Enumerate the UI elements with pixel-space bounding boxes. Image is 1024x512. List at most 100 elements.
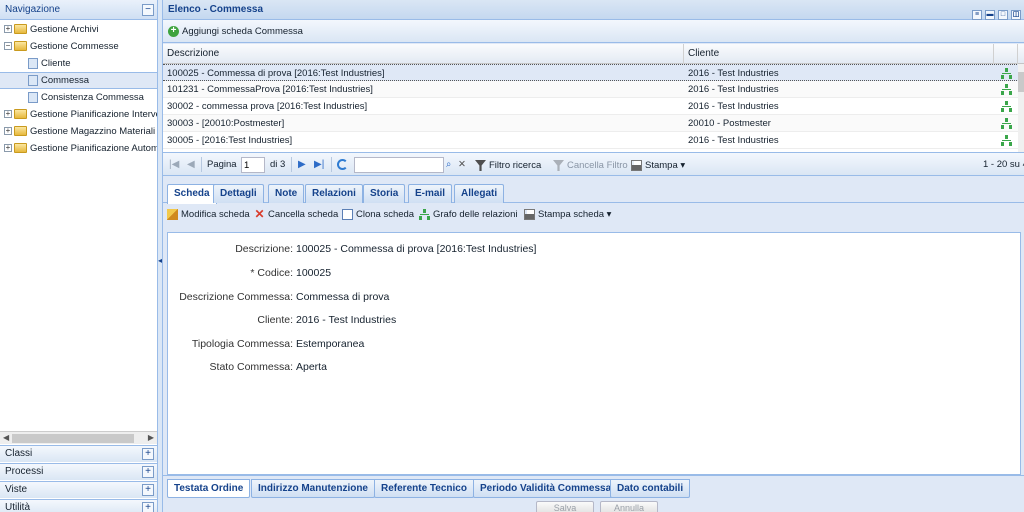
navigation-panel: Navigazione − + Gestione Archivi − Gestion… xyxy=(0,0,158,512)
clone-card-label: Clona scheda xyxy=(356,209,415,220)
tree-node-label: Gestione Pianificazione Automezzi xyxy=(30,143,157,154)
restore-icon[interactable]: ◫ xyxy=(1011,10,1021,20)
expand-icon[interactable]: + xyxy=(4,127,12,136)
tab-dato-contabili[interactable]: Dato contabili xyxy=(610,479,691,498)
tab-scheda[interactable]: Scheda xyxy=(167,184,217,204)
clear-search-icon[interactable]: ✕ xyxy=(458,159,466,170)
grid-vertical-scrollbar[interactable] xyxy=(1018,64,1024,152)
print-button[interactable]: Stampa ▾ xyxy=(631,159,685,172)
print-card-button[interactable]: Stampa scheda ▾ xyxy=(524,208,611,221)
tree-node-label: Commessa xyxy=(41,75,90,86)
expand-icon[interactable]: + xyxy=(4,144,12,153)
relations-icon[interactable] xyxy=(1001,84,1012,95)
table-row[interactable]: 30003 - [20010:Postmester] 20010 - Postm… xyxy=(163,115,1024,132)
chevron-down-icon[interactable]: ▾ xyxy=(607,209,612,220)
tree-node-gestione-commesse[interactable]: − Gestione Commesse xyxy=(0,38,157,55)
accordion-classi[interactable]: Classi + xyxy=(0,445,157,462)
tab-dettagli[interactable]: Dettagli xyxy=(213,184,264,203)
delete-icon: ✕ xyxy=(254,206,265,221)
search-input[interactable] xyxy=(354,157,444,173)
search-icon[interactable]: ⌕ xyxy=(446,159,451,170)
filter-button[interactable]: Filtro ricerca xyxy=(475,159,541,172)
tree-node-gestione-pianificazione-automezzi[interactable]: + Gestione Pianificazione Automezzi xyxy=(0,140,157,157)
expand-icon[interactable]: + xyxy=(4,110,12,119)
collapse-node-icon[interactable]: − xyxy=(4,42,12,51)
previous-page-icon[interactable]: ◀ xyxy=(187,159,195,170)
navigation-title: Navigazione xyxy=(5,4,61,15)
tab-referente-tecnico[interactable]: Referente Tecnico xyxy=(374,479,474,498)
first-page-icon[interactable]: |◀ xyxy=(169,159,179,170)
relations-graph-button[interactable]: Grafo delle relazioni xyxy=(419,208,518,221)
tab-testata-ordine[interactable]: Testata Ordine xyxy=(167,479,251,498)
table-row[interactable]: 30002 - commessa prova [2016:Test Indust… xyxy=(163,98,1024,115)
accordion-utilita[interactable]: Utilità + xyxy=(0,499,157,512)
field-label: Tipologia Commessa: xyxy=(191,338,293,350)
expand-icon[interactable]: + xyxy=(4,25,12,34)
column-header-cliente[interactable]: Cliente xyxy=(684,44,994,64)
delete-card-label: Cancella scheda xyxy=(268,209,339,220)
tab-allegati[interactable]: Allegati xyxy=(454,184,505,203)
table-row[interactable]: 101231 - CommessaProva [2016:Test Indust… xyxy=(163,81,1024,98)
cell-descrizione: 30003 - [20010:Postmester] xyxy=(167,118,285,129)
tab-storia[interactable]: Storia xyxy=(363,184,406,203)
tree-node-cliente[interactable]: Cliente xyxy=(0,55,157,72)
save-button[interactable]: Salva xyxy=(536,501,594,512)
tree-node-consistenza-commessa[interactable]: Consistenza Commessa xyxy=(0,89,157,106)
expand-plus-icon[interactable]: + xyxy=(142,448,154,460)
collapse-icon[interactable]: − xyxy=(142,4,154,16)
scroll-right-icon[interactable]: ▶ xyxy=(148,433,154,442)
table-row[interactable]: 30005 - [2016:Test Industries] 2016 - Te… xyxy=(163,132,1024,149)
maximize-icon[interactable]: □ xyxy=(998,10,1008,20)
cancel-button[interactable]: Annulla xyxy=(600,501,658,512)
field-label: Cliente: xyxy=(257,314,293,326)
tab-note[interactable]: Note xyxy=(268,184,305,203)
relations-icon[interactable] xyxy=(1001,68,1012,79)
relations-icon[interactable] xyxy=(1001,118,1012,129)
field-value: Commessa di prova xyxy=(296,291,390,303)
page-number-input[interactable] xyxy=(241,157,265,173)
delete-card-button[interactable]: ✕ Cancella scheda xyxy=(254,208,338,221)
form-section-tabs: Testata Ordine Indirizzo Manutenzione Re… xyxy=(163,475,1024,499)
refresh-icon[interactable] xyxy=(337,159,348,170)
expand-plus-icon[interactable]: + xyxy=(142,502,154,512)
folder-open-icon xyxy=(14,41,27,52)
expand-plus-icon[interactable]: + xyxy=(142,484,154,496)
scroll-left-icon[interactable]: ◀ xyxy=(3,433,9,442)
tab-indirizzo-manutenzione[interactable]: Indirizzo Manutenzione xyxy=(251,479,375,498)
printer-icon xyxy=(631,159,642,171)
expand-plus-icon[interactable]: + xyxy=(142,466,154,478)
accordion-processi[interactable]: Processi + xyxy=(0,463,157,480)
scrollbar-thumb[interactable] xyxy=(1018,72,1024,92)
edit-card-button[interactable]: Modifica scheda xyxy=(167,208,250,221)
detail-toolbar: Modifica scheda ✕ Cancella scheda Clona s… xyxy=(163,203,1024,227)
tree-node-commessa[interactable]: Commessa xyxy=(0,72,157,89)
tab-email[interactable]: E-mail xyxy=(408,184,453,203)
tab-periodo-validita-commessa[interactable]: Periodo Validità Commessa xyxy=(473,479,619,498)
tab-relazioni[interactable]: Relazioni xyxy=(305,184,363,203)
tree-horizontal-scrollbar[interactable]: ◀ ▶ xyxy=(0,431,157,444)
minimize-icon[interactable]: ▬ xyxy=(985,10,995,20)
page-label: Pagina xyxy=(207,159,237,170)
field-label: Descrizione Commessa: xyxy=(179,291,293,303)
scrollbar-thumb[interactable] xyxy=(12,434,134,443)
last-page-icon[interactable]: ▶| xyxy=(314,159,324,170)
cell-descrizione: 101231 - CommessaProva [2016:Test Indust… xyxy=(167,84,373,95)
relations-icon[interactable] xyxy=(1001,101,1012,112)
table-icon xyxy=(28,91,38,103)
commessa-grid: Descrizione Cliente 100025 - Commessa di… xyxy=(163,44,1024,152)
card-form: Descrizione: 100025 - Commessa di prova … xyxy=(167,232,1021,475)
tree-node-gestione-pianificazione-interventi[interactable]: + Gestione Pianificazione Interventi xyxy=(0,106,157,123)
relations-icon[interactable] xyxy=(1001,135,1012,146)
next-page-icon[interactable]: ▶ xyxy=(298,159,306,170)
table-row[interactable]: 100025 - Commessa di prova [2016:Test In… xyxy=(163,64,1024,81)
clone-card-button[interactable]: Clona scheda xyxy=(342,208,414,221)
chevron-down-icon[interactable]: ▾ xyxy=(680,160,685,171)
column-header-descrizione[interactable]: Descrizione xyxy=(163,44,684,64)
accordion-viste[interactable]: Viste + xyxy=(0,481,157,498)
clear-filter-button[interactable]: Cancella Filtro xyxy=(553,159,628,172)
tree-node-gestione-archivi[interactable]: + Gestione Archivi xyxy=(0,21,157,38)
tree-node-label: Gestione Commesse xyxy=(30,41,119,52)
tree-node-gestione-magazzino-materiali[interactable]: + Gestione Magazzino Materiali xyxy=(0,123,157,140)
add-card-button[interactable]: + Aggiungi scheda Commessa xyxy=(168,25,303,38)
list-icon[interactable]: ≡ xyxy=(972,10,982,20)
